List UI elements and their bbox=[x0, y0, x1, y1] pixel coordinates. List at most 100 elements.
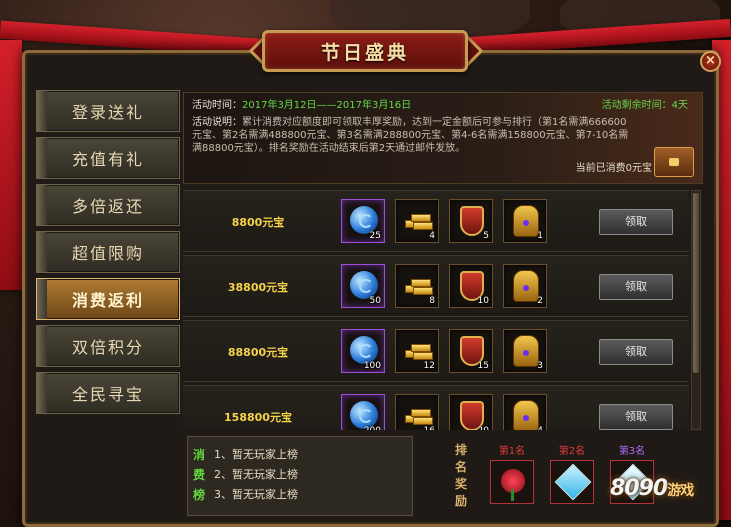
site-logo: 8090游戏 bbox=[610, 476, 694, 501]
tier-threshold: 38800元宝 bbox=[227, 281, 289, 294]
claim-button[interactable]: 领取 bbox=[599, 404, 673, 430]
reward-item-slot[interactable]: 50 bbox=[341, 264, 385, 308]
reward-item-slot[interactable]: 1 bbox=[503, 199, 547, 243]
blue-orb-icon bbox=[350, 401, 378, 429]
reward-item-slot[interactable]: 200 bbox=[341, 394, 385, 430]
reward-tier-row: 158800元宝 200 16 20 4 领取 bbox=[183, 385, 689, 430]
claim-button[interactable]: 领取 bbox=[599, 339, 673, 365]
item-quantity: 25 bbox=[369, 231, 381, 241]
reward-item-slot[interactable]: 25 bbox=[341, 199, 385, 243]
reward-item-slot[interactable]: 15 bbox=[449, 329, 493, 373]
gold-bar-icon bbox=[403, 275, 433, 297]
claim-button[interactable]: 领取 bbox=[599, 274, 673, 300]
tier-items: 200 16 20 4 bbox=[341, 394, 547, 430]
sidebar-item-label: 双倍积分 bbox=[71, 338, 144, 357]
sidebar-item-consumption-rebate[interactable]: 消费返利 bbox=[36, 278, 180, 320]
sidebar-item-recharge-gift[interactable]: 充值有礼 bbox=[36, 137, 180, 179]
reward-item-slot[interactable]: 12 bbox=[395, 329, 439, 373]
dragon-helmet-icon bbox=[513, 270, 539, 302]
rank-rewards-tag: 排名奖励 bbox=[454, 443, 467, 508]
tier-items: 50 8 10 2 bbox=[341, 264, 547, 308]
red-ribbon-left bbox=[0, 40, 22, 290]
sidebar-item-label: 消费返利 bbox=[71, 291, 144, 310]
reward-item-slot[interactable]: 2 bbox=[503, 264, 547, 308]
reward-item-slot[interactable]: 20 bbox=[449, 394, 493, 430]
tier-items: 25 4 5 1 bbox=[341, 199, 547, 243]
item-quantity: 16 bbox=[424, 426, 435, 430]
reward-tier-row: 8800元宝 25 4 5 1 领取 bbox=[183, 190, 689, 252]
event-description: 活动说明：累计消费对应额度即可领取丰厚奖励，达到一定金额后可参与排行（第1名需满… bbox=[192, 116, 694, 155]
rank-label: 第3名 bbox=[618, 446, 646, 457]
sidebar-item-multiple-return[interactable]: 多倍返还 bbox=[36, 184, 180, 226]
event-time-label: 活动时间： bbox=[192, 100, 242, 111]
sidebar-item-label: 登录送礼 bbox=[71, 103, 144, 122]
consumption-ranking-board: 消费榜 1、暂无玩家上榜 2、暂无玩家上榜 3、暂无玩家上榜 bbox=[187, 436, 413, 516]
dragon-helmet-icon bbox=[513, 335, 539, 367]
rank-label: 第1名 bbox=[498, 446, 526, 457]
gold-bar-icon bbox=[403, 340, 433, 362]
event-info-panel: 活动时间：2017年3月12日——2017年3月16日 活动剩余时间：4天 活动… bbox=[183, 92, 703, 184]
event-time-value: 2017年3月12日——2017年3月16日 bbox=[242, 100, 412, 111]
sidebar-item-label: 全民寻宝 bbox=[71, 385, 144, 404]
close-button[interactable]: × bbox=[700, 51, 721, 72]
reward-item-slot[interactable]: 16 bbox=[395, 394, 439, 430]
item-quantity: 4 bbox=[537, 426, 543, 430]
item-quantity: 50 bbox=[369, 296, 381, 306]
item-quantity: 20 bbox=[478, 426, 489, 430]
sidebar-nav: 登录送礼 充值有礼 多倍返还 超值限购 消费返利 双倍积分 全民寻宝 bbox=[36, 90, 180, 419]
reward-list-scrollbar[interactable] bbox=[691, 190, 701, 430]
red-shield-icon bbox=[460, 206, 484, 236]
logo-text: 8090 bbox=[610, 476, 668, 501]
item-quantity: 3 bbox=[537, 361, 543, 371]
sidebar-item-limited-purchase[interactable]: 超值限购 bbox=[36, 231, 180, 273]
ranking-entry: 3、暂无玩家上榜 bbox=[214, 488, 298, 501]
event-description-text: 累计消费对应额度即可领取丰厚奖励，达到一定金额后可参与排行（第1名需满66660… bbox=[192, 117, 629, 154]
gold-bar-icon bbox=[403, 405, 433, 427]
event-time-row: 活动时间：2017年3月12日——2017年3月16日 活动剩余时间：4天 bbox=[192, 99, 694, 113]
ranking-board-tag: 消费榜 bbox=[192, 448, 205, 502]
rank-label: 第2名 bbox=[558, 446, 586, 457]
reward-item-slot[interactable]: 4 bbox=[503, 394, 547, 430]
sidebar-item-treasure-hunt[interactable]: 全民寻宝 bbox=[36, 372, 180, 414]
rank-reward-slot[interactable] bbox=[550, 460, 594, 504]
reward-item-slot[interactable]: 100 bbox=[341, 329, 385, 373]
reward-tier-row: 88800元宝 100 12 15 3 领取 bbox=[183, 320, 689, 382]
tab-notch bbox=[37, 326, 47, 366]
event-description-label: 活动说明： bbox=[192, 117, 242, 128]
reward-item-slot[interactable]: 4 bbox=[395, 199, 439, 243]
reward-tier-list[interactable]: 8800元宝 25 4 5 1 领取 38800元宝 50 8 10 2 领取 … bbox=[183, 190, 689, 430]
sidebar-item-label: 充值有礼 bbox=[71, 150, 144, 169]
reward-tier-row: 38800元宝 50 8 10 2 领取 bbox=[183, 255, 689, 317]
tab-notch bbox=[37, 91, 47, 131]
sidebar-item-login-gift[interactable]: 登录送礼 bbox=[36, 90, 180, 132]
dragon-helmet-icon bbox=[513, 400, 539, 430]
current-consumption: 当前已消费0元宝 bbox=[575, 163, 652, 174]
blue-gem-icon bbox=[554, 463, 592, 501]
rank-reward-2: 第2名 bbox=[549, 442, 595, 504]
blue-orb-icon bbox=[350, 336, 378, 364]
remaining-time: 活动剩余时间：4天 bbox=[601, 100, 688, 111]
blue-orb-icon bbox=[350, 206, 378, 234]
claim-button[interactable]: 领取 bbox=[599, 209, 673, 235]
rank-reward-1: 第1名 bbox=[489, 442, 535, 504]
dragon-helmet-icon bbox=[513, 205, 539, 237]
reward-item-slot[interactable]: 10 bbox=[449, 264, 493, 308]
item-quantity: 10 bbox=[477, 296, 489, 306]
sidebar-item-double-points[interactable]: 双倍积分 bbox=[36, 325, 180, 367]
treasure-chest-icon bbox=[654, 147, 694, 177]
tab-notch bbox=[37, 279, 47, 319]
tier-items: 100 12 15 3 bbox=[341, 329, 547, 373]
scrollbar-thumb[interactable] bbox=[693, 193, 699, 373]
item-quantity: 5 bbox=[483, 231, 489, 241]
reward-item-slot[interactable]: 8 bbox=[395, 264, 439, 308]
blue-orb-icon bbox=[350, 271, 378, 299]
rank-reward-slot[interactable] bbox=[490, 460, 534, 504]
logo-suffix: 游戏 bbox=[667, 483, 694, 499]
window-title: 节日盛典 bbox=[262, 30, 468, 72]
reward-item-slot[interactable]: 5 bbox=[449, 199, 493, 243]
item-quantity: 4 bbox=[429, 231, 435, 241]
sidebar-item-label: 超值限购 bbox=[71, 244, 144, 263]
reward-item-slot[interactable]: 3 bbox=[503, 329, 547, 373]
ranking-entry: 1、暂无玩家上榜 bbox=[214, 448, 298, 461]
item-quantity: 100 bbox=[363, 361, 381, 371]
